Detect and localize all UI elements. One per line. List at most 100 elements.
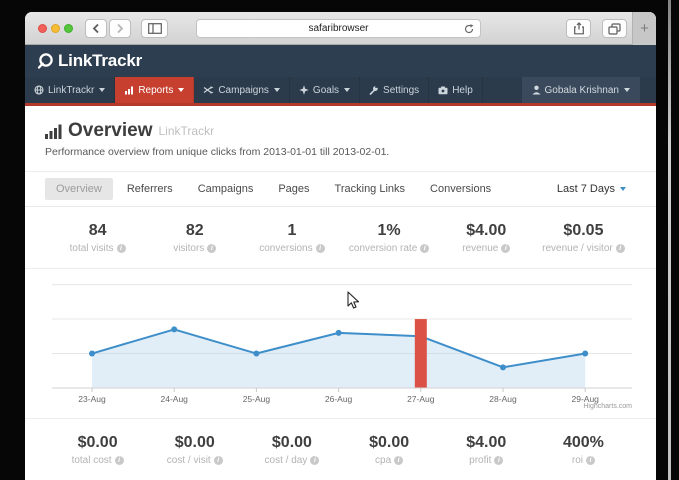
new-tab-button[interactable]: + [632,12,656,45]
sidebar-toggle-button[interactable] [141,19,168,38]
stat-label: total cost [72,455,112,466]
stat-label: revenue / visitor [542,243,613,254]
date-range-label: Last 7 Days [557,183,615,195]
stat-conversion-rate: 1% conversion rate [341,222,438,254]
back-button[interactable] [85,19,107,38]
share-icon [573,22,585,35]
tabs-bar: Overview Referrers Campaigns Pages Track… [25,172,656,207]
close-window-button[interactable] [38,24,47,33]
svg-text:Highcharts.com: Highcharts.com [583,403,632,410]
stat-value: 1% [341,222,438,240]
stat-cpa: $0.00 cpa [341,434,438,466]
camera-icon [438,86,448,95]
tab-referrers[interactable]: Referrers [116,178,184,200]
stat-total-visits: 84 total visits [49,222,146,254]
info-icon[interactable] [214,456,223,465]
caret-down-icon [274,88,280,92]
stat-label: cpa [375,455,391,466]
shuffle-icon [203,85,214,95]
info-icon[interactable] [494,456,503,465]
svg-text:25-Aug: 25-Aug [243,394,271,404]
wrench-icon [369,85,379,95]
info-icon[interactable] [207,244,216,253]
stat-label: cost / day [265,455,308,466]
nav-item-campaigns[interactable]: Campaigns [194,77,290,103]
overlapping-squares-icon [608,23,621,35]
caret-down-icon [624,88,630,92]
nav-spacer [483,77,522,103]
nav-item-reports[interactable]: Reports [115,77,194,103]
stat-label: revenue [462,243,498,254]
svg-text:24-Aug: 24-Aug [160,394,188,404]
info-icon[interactable] [316,244,325,253]
info-icon[interactable] [310,456,319,465]
info-icon[interactable] [117,244,126,253]
nav-item-help[interactable]: Help [429,77,483,103]
tab-overview[interactable]: Overview [45,178,113,200]
tab-campaigns[interactable]: Campaigns [187,178,265,200]
nav-label: Goals [313,85,339,96]
page-title: Overview [68,120,153,142]
date-range-selector[interactable]: Last 7 Days [557,183,626,195]
address-bar[interactable]: safaribrowser [196,19,481,38]
info-icon[interactable] [501,244,510,253]
stat-label: visitors [173,243,204,254]
share-button[interactable] [566,19,591,38]
nav-item-settings[interactable]: Settings [360,77,429,103]
nav-label: Help [452,85,473,96]
forward-button[interactable] [109,19,131,38]
info-icon[interactable] [616,244,625,253]
circular-arrow-icon [463,23,475,35]
stat-label: profit [469,455,491,466]
stat-label: cost / visit [167,455,211,466]
caret-down-icon [344,88,350,92]
zoom-window-button[interactable] [64,24,73,33]
reload-button[interactable] [463,23,475,38]
nav-label: LinkTrackr [48,85,94,96]
screen-bezel-highlight [668,0,671,480]
traffic-chart-svg: 23-Aug24-Aug25-Aug26-Aug27-Aug28-Aug29-A… [25,269,656,419]
user-menu[interactable]: Gobala Krishnan [522,77,641,103]
stat-conversions: 1 conversions [243,222,340,254]
stat-value: $0.00 [341,434,438,452]
browser-window: safaribrowser + [25,12,656,480]
stat-revenue: $4.00 revenue [438,222,535,254]
app-logo[interactable]: LinkTrackr [36,51,142,71]
chevron-right-icon [116,23,124,34]
info-icon[interactable] [115,456,124,465]
traffic-chart[interactable]: 23-Aug24-Aug25-Aug26-Aug27-Aug28-Aug29-A… [25,269,656,419]
person-icon [532,85,541,95]
nav-item-goals[interactable]: Goals [290,77,360,103]
info-icon[interactable] [394,456,403,465]
plus-icon: + [640,20,649,37]
stat-cost-day: $0.00 cost / day [243,434,340,466]
stat-value: $4.00 [438,434,535,452]
page-heading: Overview LinkTrackr Performance overview… [25,106,656,172]
stat-profit: $4.00 profit [438,434,535,466]
tab-tracking-links[interactable]: Tracking Links [324,178,417,200]
show-tabs-button[interactable] [602,19,627,38]
stat-value: $4.00 [438,222,535,240]
bar-chart-icon [124,85,134,95]
tab-pages[interactable]: Pages [267,178,320,200]
tab-conversions[interactable]: Conversions [419,178,502,200]
stat-value: $0.00 [146,434,243,452]
info-icon[interactable] [586,456,595,465]
svg-text:27-Aug: 27-Aug [407,394,435,404]
stat-label: roi [572,455,583,466]
nav-label: Campaigns [218,85,269,96]
stat-value: 400% [535,434,632,452]
stat-cost-visit: $0.00 cost / visit [146,434,243,466]
brand-name: LinkTrackr [58,51,142,71]
stat-value: $0.05 [535,222,632,240]
stat-label: conversions [259,243,312,254]
minimize-window-button[interactable] [51,24,60,33]
stat-roi: 400% roi [535,434,632,466]
stats-row-top: 84 total visits 82 visitors 1 conversion… [25,207,656,269]
caret-down-icon [99,88,105,92]
info-icon[interactable] [420,244,429,253]
stat-revenue-visitor: $0.05 revenue / visitor [535,222,632,254]
stat-value: 1 [243,222,340,240]
nav-item-linktrackr[interactable]: LinkTrackr [25,77,115,103]
nav-label: Settings [383,85,419,96]
